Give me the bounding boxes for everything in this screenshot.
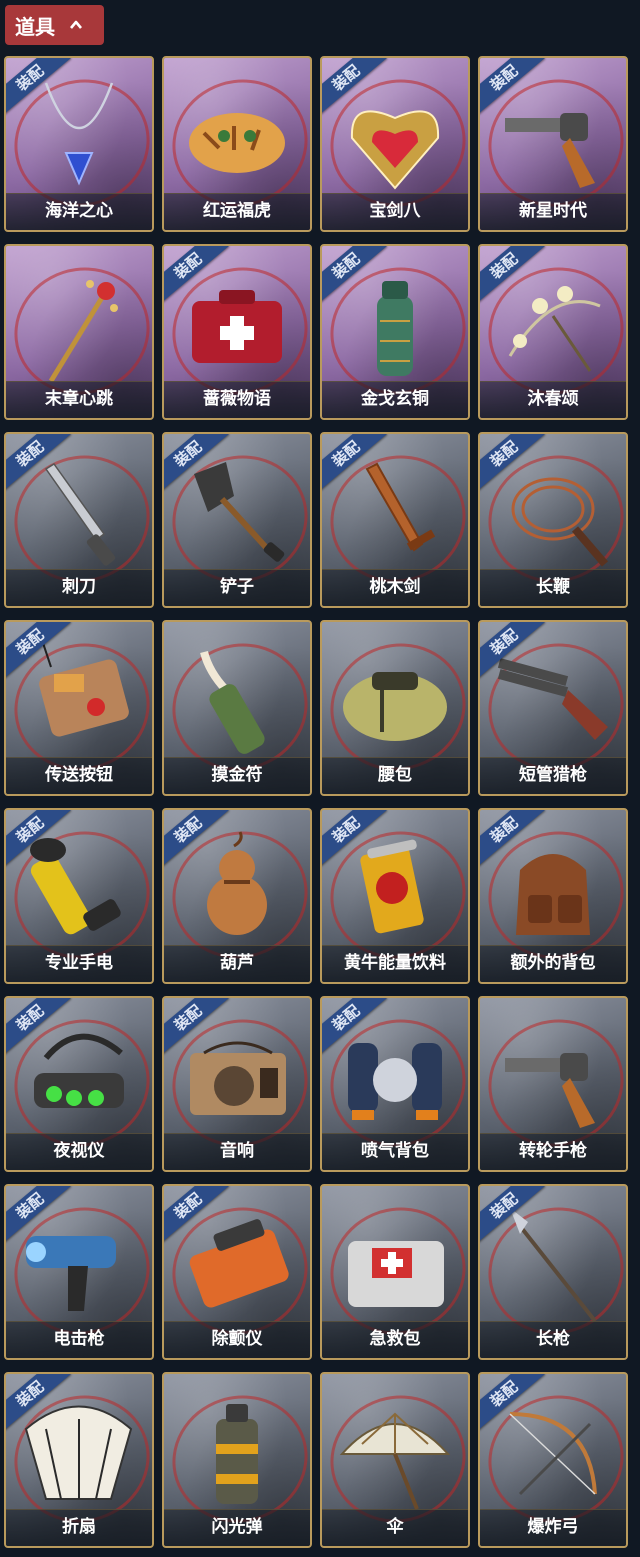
item-name: 腰包	[322, 757, 468, 794]
item-grid: 装配 海洋之心 红运福虎 装配 宝剑八 装配 新星时代末章心跳 装配 蔷薇物语 装配 金戈玄铜 装配沐…	[4, 56, 636, 1548]
item-name: 折扇	[6, 1509, 152, 1546]
item-name: 爆炸弓	[480, 1509, 626, 1546]
item-name: 葫芦	[164, 945, 310, 982]
item-card[interactable]: 装配 铲子	[162, 432, 312, 608]
item-name: 红运福虎	[164, 193, 310, 230]
item-card[interactable]: 摸金符	[162, 620, 312, 796]
items-section-toggle[interactable]: 道具	[5, 5, 104, 45]
item-name: 摸金符	[164, 757, 310, 794]
item-card[interactable]: 装配 新星时代	[478, 56, 628, 232]
item-name: 除颤仪	[164, 1321, 310, 1358]
item-name: 急救包	[322, 1321, 468, 1358]
item-name: 沐春颂	[480, 381, 626, 418]
item-card[interactable]: 装配 葫芦	[162, 808, 312, 984]
item-name: 刺刀	[6, 569, 152, 606]
item-card[interactable]: 装配 黄牛能量饮料	[320, 808, 470, 984]
item-card[interactable]: 装配 海洋之心	[4, 56, 154, 232]
item-card[interactable]: 装配 桃木剑	[320, 432, 470, 608]
item-name: 电击枪	[6, 1321, 152, 1358]
item-name: 长鞭	[480, 569, 626, 606]
item-name: 末章心跳	[6, 381, 152, 418]
item-card[interactable]: 闪光弹	[162, 1372, 312, 1548]
item-name: 专业手电	[6, 945, 152, 982]
item-card[interactable]: 急救包	[320, 1184, 470, 1360]
item-name: 黄牛能量饮料	[322, 945, 468, 982]
item-card[interactable]: 装配 传送按钮	[4, 620, 154, 796]
item-name: 夜视仪	[6, 1133, 152, 1170]
section-title: 道具	[15, 14, 55, 39]
item-card[interactable]: 装配 折扇	[4, 1372, 154, 1548]
item-card[interactable]: 装配 金戈玄铜	[320, 244, 470, 420]
item-name: 传送按钮	[6, 757, 152, 794]
item-name: 宝剑八	[322, 193, 468, 230]
item-card[interactable]: 装配 除颤仪	[162, 1184, 312, 1360]
item-name: 金戈玄铜	[322, 381, 468, 418]
item-card[interactable]: 装配 专业手电	[4, 808, 154, 984]
item-card[interactable]: 转轮手枪	[478, 996, 628, 1172]
item-card[interactable]: 装配 长枪	[478, 1184, 628, 1360]
item-card[interactable]: 装配 短管猎枪	[478, 620, 628, 796]
chevron-up-icon	[70, 20, 82, 29]
item-card[interactable]: 装配 宝剑八	[320, 56, 470, 232]
item-card[interactable]: 末章心跳	[4, 244, 154, 420]
item-card[interactable]: 装配 夜视仪	[4, 996, 154, 1172]
item-card[interactable]: 装配 爆炸弓	[478, 1372, 628, 1548]
item-name: 新星时代	[480, 193, 626, 230]
item-card[interactable]: 装配 额外的背包	[478, 808, 628, 984]
item-card[interactable]: 装配 蔷薇物语	[162, 244, 312, 420]
item-card[interactable]: 装配 喷气背包	[320, 996, 470, 1172]
item-name: 长枪	[480, 1321, 626, 1358]
item-card[interactable]: 红运福虎	[162, 56, 312, 232]
item-card[interactable]: 装配 音响	[162, 996, 312, 1172]
item-name: 闪光弹	[164, 1509, 310, 1546]
item-card[interactable]: 装配 长鞭	[478, 432, 628, 608]
item-name: 伞	[322, 1509, 468, 1546]
item-name: 转轮手枪	[480, 1133, 626, 1170]
item-name: 蔷薇物语	[164, 381, 310, 418]
item-card[interactable]: 伞	[320, 1372, 470, 1548]
item-name: 海洋之心	[6, 193, 152, 230]
item-card[interactable]: 装配 刺刀	[4, 432, 154, 608]
item-name: 额外的背包	[480, 945, 626, 982]
item-card[interactable]: 装配 电击枪	[4, 1184, 154, 1360]
item-card[interactable]: 腰包	[320, 620, 470, 796]
item-name: 短管猎枪	[480, 757, 626, 794]
item-name: 铲子	[164, 569, 310, 606]
item-name: 桃木剑	[322, 569, 468, 606]
item-name: 音响	[164, 1133, 310, 1170]
item-card[interactable]: 装配 沐春颂	[478, 244, 628, 420]
item-name: 喷气背包	[322, 1133, 468, 1170]
